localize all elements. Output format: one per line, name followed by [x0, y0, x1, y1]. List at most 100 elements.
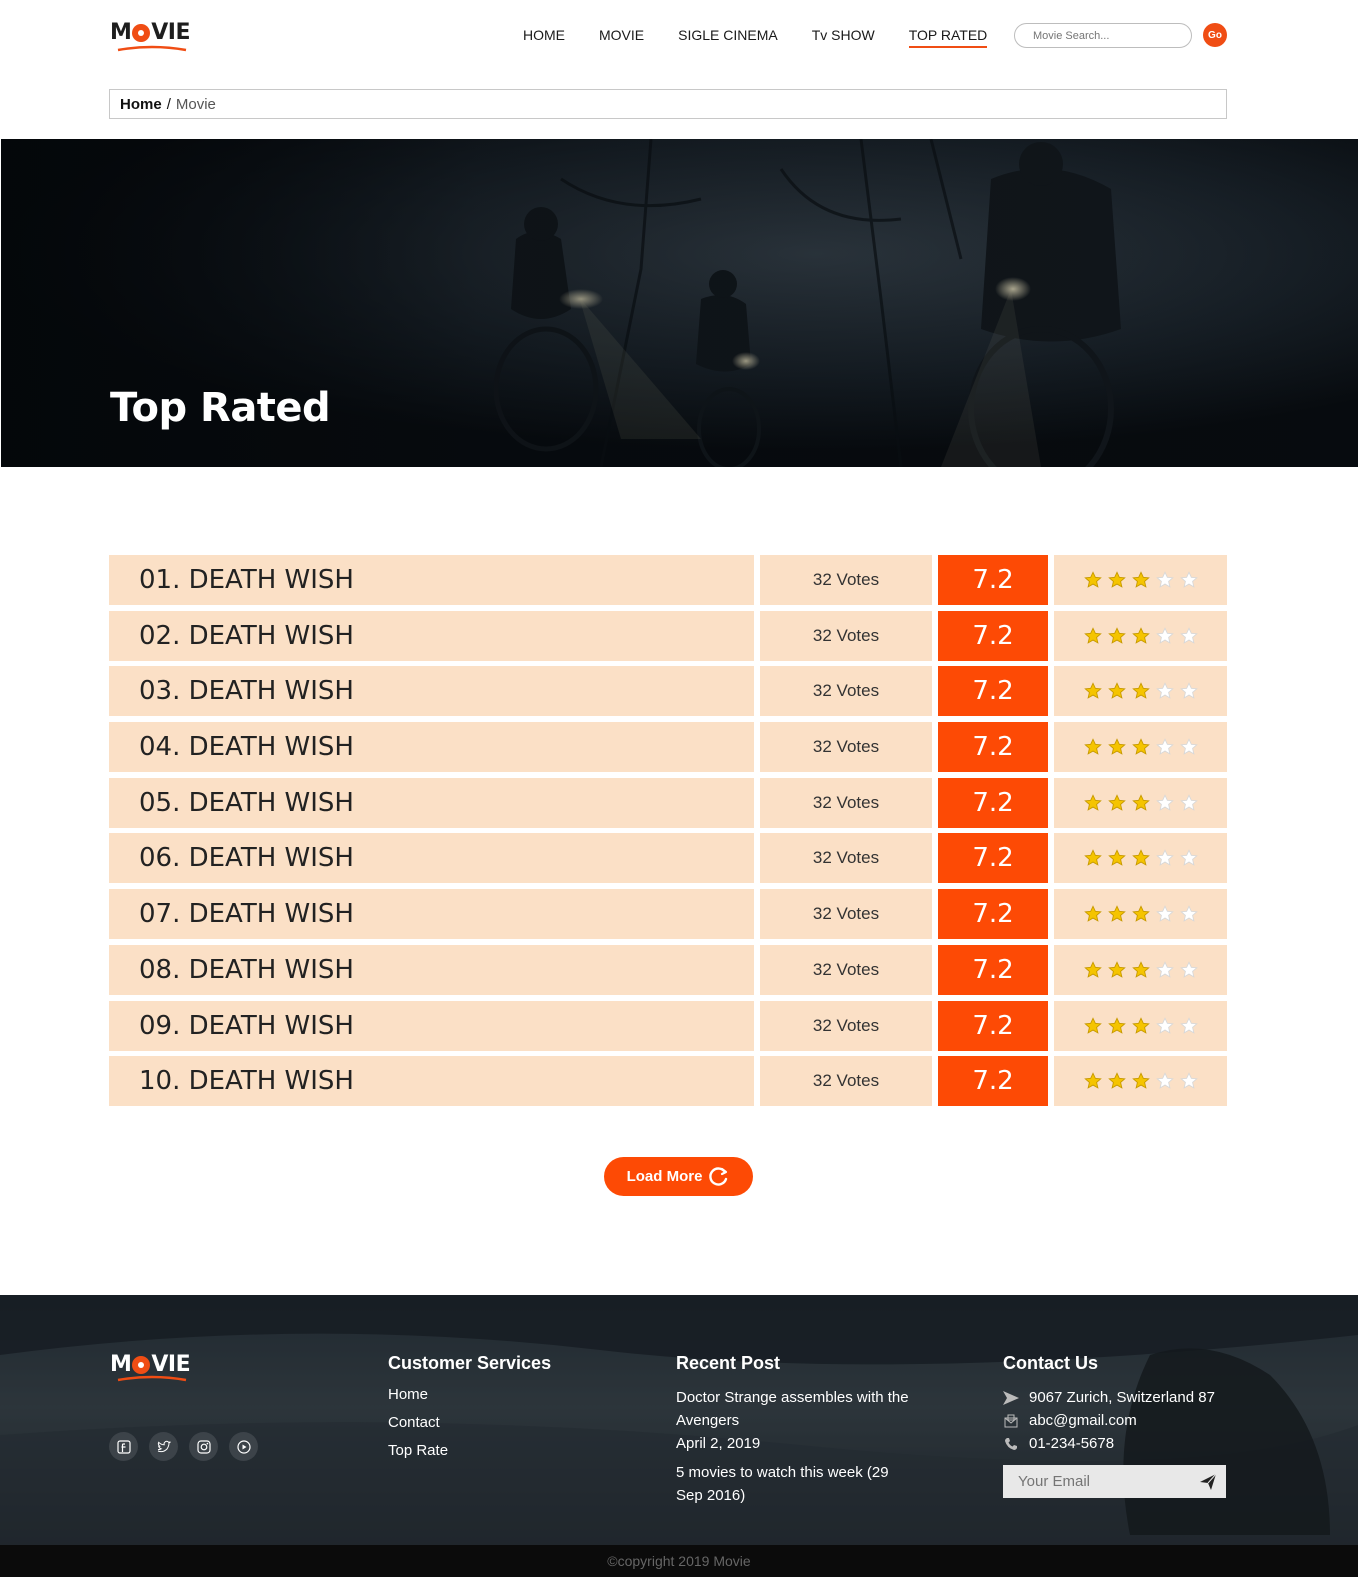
star-rating[interactable]: [1054, 944, 1227, 995]
star-empty-icon[interactable]: [1179, 738, 1198, 756]
movie-title[interactable]: 04. DEATH WISH: [109, 722, 754, 773]
star-empty-icon[interactable]: [1155, 738, 1174, 756]
star-filled-icon[interactable]: [1083, 794, 1102, 812]
star-filled-icon[interactable]: [1083, 849, 1102, 867]
movie-title[interactable]: 06. DEATH WISH: [109, 833, 754, 884]
movie-title[interactable]: 02. DEATH WISH: [109, 610, 754, 661]
newsletter-email-input[interactable]: [1003, 1465, 1193, 1498]
star-empty-icon[interactable]: [1179, 961, 1198, 979]
star-filled-icon[interactable]: [1107, 626, 1126, 645]
star-filled-icon[interactable]: [1083, 626, 1102, 645]
star-empty-icon[interactable]: [1155, 1016, 1174, 1035]
footer-link-top-rate[interactable]: Top Rate: [388, 1442, 551, 1459]
star-empty-icon[interactable]: [1155, 794, 1174, 812]
star-filled-icon[interactable]: [1107, 682, 1126, 700]
ranking-row[interactable]: 02. DEATH WISH 32 Votes 7.2: [109, 610, 1227, 661]
contact-email-text[interactable]: abc@gmail.com: [1029, 1409, 1137, 1432]
twitter-icon[interactable]: [149, 1432, 178, 1461]
star-filled-icon[interactable]: [1131, 961, 1150, 979]
star-filled-icon[interactable]: [1107, 794, 1126, 812]
star-empty-icon[interactable]: [1155, 626, 1174, 645]
star-empty-icon[interactable]: [1179, 682, 1198, 700]
ranking-row[interactable]: 05. DEATH WISH 32 Votes 7.2: [109, 777, 1227, 828]
ranking-row[interactable]: 06. DEATH WISH 32 Votes 7.2: [109, 833, 1227, 884]
star-filled-icon[interactable]: [1131, 626, 1150, 645]
star-filled-icon[interactable]: [1107, 1016, 1126, 1035]
star-filled-icon[interactable]: [1131, 1072, 1150, 1090]
load-more-button[interactable]: Load More: [604, 1157, 753, 1196]
star-filled-icon[interactable]: [1083, 571, 1102, 589]
star-filled-icon[interactable]: [1131, 571, 1150, 589]
star-filled-icon[interactable]: [1131, 849, 1150, 867]
star-rating[interactable]: [1054, 610, 1227, 661]
nav-home[interactable]: HOME: [523, 26, 565, 44]
star-filled-icon[interactable]: [1083, 682, 1102, 700]
breadcrumb-home[interactable]: Home: [120, 96, 162, 113]
footer-link-contact[interactable]: Contact: [388, 1414, 551, 1431]
star-empty-icon[interactable]: [1179, 1016, 1198, 1035]
movie-title[interactable]: 08. DEATH WISH: [109, 944, 754, 995]
star-filled-icon[interactable]: [1131, 738, 1150, 756]
nav-movie[interactable]: MOVIE: [599, 26, 644, 44]
movie-title[interactable]: 01. DEATH WISH: [109, 555, 754, 605]
star-filled-icon[interactable]: [1131, 794, 1150, 812]
star-empty-icon[interactable]: [1179, 794, 1198, 812]
nav-tv-show[interactable]: Tv SHOW: [812, 26, 875, 44]
star-empty-icon[interactable]: [1179, 571, 1198, 589]
star-filled-icon[interactable]: [1131, 905, 1150, 923]
ranking-row[interactable]: 07. DEATH WISH 32 Votes 7.2: [109, 889, 1227, 940]
recent-post-title[interactable]: 5 movies to watch this week (29 Sep 2016…: [676, 1461, 896, 1507]
ranking-row[interactable]: 09. DEATH WISH 32 Votes 7.2: [109, 1000, 1227, 1051]
footer-logo[interactable]: M VIE: [110, 1352, 191, 1382]
star-rating[interactable]: [1054, 555, 1227, 605]
movie-title[interactable]: 09. DEATH WISH: [109, 1000, 754, 1051]
star-filled-icon[interactable]: [1083, 905, 1102, 923]
recent-post-title[interactable]: Doctor Strange assembles with the Avenge…: [676, 1386, 916, 1432]
star-filled-icon[interactable]: [1083, 738, 1102, 756]
star-filled-icon[interactable]: [1131, 1016, 1150, 1035]
search-go-button[interactable]: Go: [1203, 23, 1227, 47]
star-filled-icon[interactable]: [1107, 905, 1126, 923]
star-empty-icon[interactable]: [1155, 849, 1174, 867]
ranking-row[interactable]: 03. DEATH WISH 32 Votes 7.2: [109, 666, 1227, 717]
send-icon[interactable]: [1198, 1472, 1218, 1492]
ranking-row[interactable]: 10. DEATH WISH 32 Votes 7.2: [109, 1056, 1227, 1107]
footer-link-home[interactable]: Home: [388, 1386, 551, 1403]
movie-title[interactable]: 10. DEATH WISH: [109, 1056, 754, 1107]
star-rating[interactable]: [1054, 889, 1227, 940]
facebook-icon[interactable]: [109, 1432, 138, 1461]
movie-title[interactable]: 05. DEATH WISH: [109, 777, 754, 828]
star-empty-icon[interactable]: [1179, 626, 1198, 645]
star-rating[interactable]: [1054, 1000, 1227, 1051]
ranking-row[interactable]: 08. DEATH WISH 32 Votes 7.2: [109, 944, 1227, 995]
instagram-icon[interactable]: [189, 1432, 218, 1461]
movie-search-input[interactable]: [1014, 23, 1192, 48]
star-empty-icon[interactable]: [1155, 1072, 1174, 1090]
star-filled-icon[interactable]: [1107, 961, 1126, 979]
star-empty-icon[interactable]: [1155, 571, 1174, 589]
star-empty-icon[interactable]: [1155, 961, 1174, 979]
ranking-row[interactable]: 01. DEATH WISH 32 Votes 7.2: [109, 555, 1227, 605]
star-empty-icon[interactable]: [1179, 1072, 1198, 1090]
star-filled-icon[interactable]: [1107, 1072, 1126, 1090]
movie-title[interactable]: 07. DEATH WISH: [109, 889, 754, 940]
star-empty-icon[interactable]: [1155, 682, 1174, 700]
star-filled-icon[interactable]: [1083, 1072, 1102, 1090]
star-rating[interactable]: [1054, 777, 1227, 828]
star-rating[interactable]: [1054, 833, 1227, 884]
movie-title[interactable]: 03. DEATH WISH: [109, 666, 754, 717]
play-icon[interactable]: [229, 1432, 258, 1461]
contact-phone-text[interactable]: 01-234-5678: [1029, 1432, 1114, 1455]
star-rating[interactable]: [1054, 666, 1227, 717]
star-filled-icon[interactable]: [1131, 682, 1150, 700]
star-filled-icon[interactable]: [1107, 571, 1126, 589]
star-filled-icon[interactable]: [1107, 738, 1126, 756]
star-filled-icon[interactable]: [1107, 849, 1126, 867]
star-rating[interactable]: [1054, 722, 1227, 773]
star-filled-icon[interactable]: [1083, 1016, 1102, 1035]
star-empty-icon[interactable]: [1155, 905, 1174, 923]
ranking-row[interactable]: 04. DEATH WISH 32 Votes 7.2: [109, 722, 1227, 773]
star-empty-icon[interactable]: [1179, 849, 1198, 867]
star-filled-icon[interactable]: [1083, 961, 1102, 979]
star-empty-icon[interactable]: [1179, 905, 1198, 923]
